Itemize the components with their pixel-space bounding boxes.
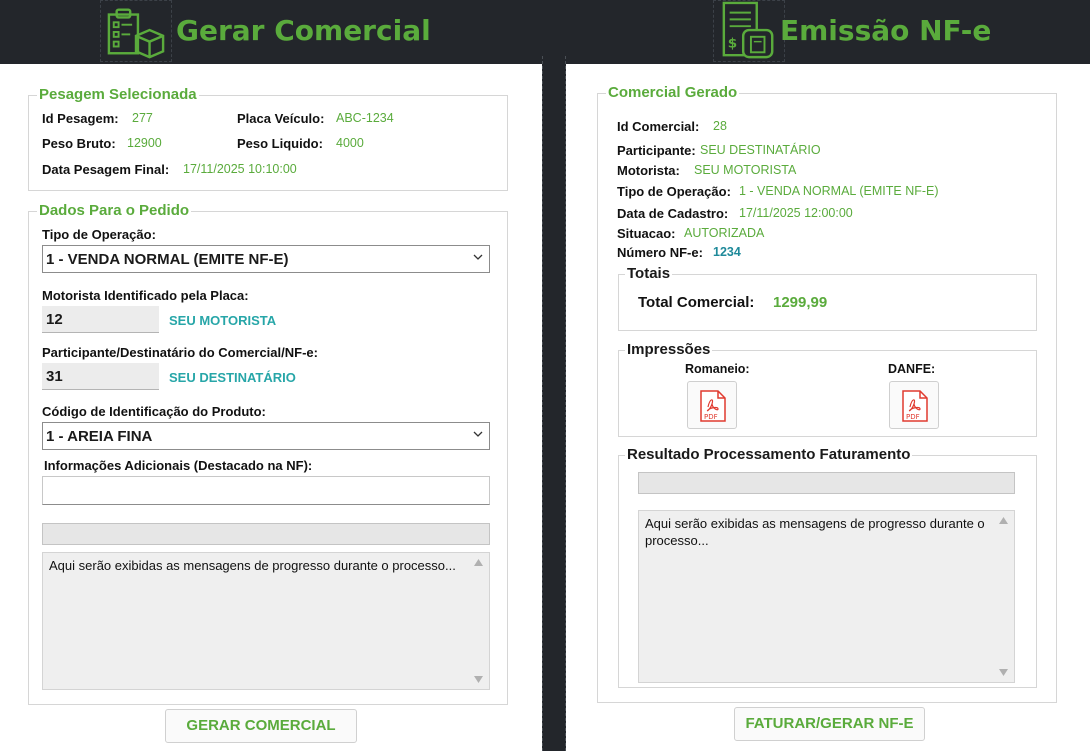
faturamento-log[interactable]: Aqui serão exibidas as mensagens de prog… bbox=[638, 510, 1015, 683]
comercial-groupbox: Comercial Gerado Id Comercial: 28 Partic… bbox=[597, 84, 1057, 703]
tipo-operacao-comercial-value: 1 - VENDA NORMAL (EMITE NF-E) bbox=[739, 184, 939, 198]
produto-select[interactable]: 1 - AREIA FINA bbox=[42, 422, 490, 450]
svg-text:PDF: PDF bbox=[704, 413, 718, 421]
id-comercial-value: 28 bbox=[713, 119, 727, 133]
gerar-comercial-button[interactable]: GERAR COMERCIAL bbox=[165, 709, 357, 743]
motorista-label: Motorista Identificado pela Placa: bbox=[42, 288, 249, 303]
scroll-up-icon[interactable] bbox=[474, 559, 483, 566]
tipo-operacao-value: 1 - VENDA NORMAL (EMITE NF-E) bbox=[46, 251, 289, 268]
panel-divider bbox=[542, 56, 566, 751]
id-pesagem-label: Id Pesagem: bbox=[42, 111, 119, 126]
right-panel: Comercial Gerado Id Comercial: 28 Partic… bbox=[567, 64, 1090, 751]
resultado-groupbox: Resultado Processamento Faturamento Aqui… bbox=[618, 446, 1037, 688]
participante-comercial-label: Participante: bbox=[617, 143, 696, 158]
right-header-title: Emissão NF-e bbox=[780, 14, 992, 47]
left-header-title: Gerar Comercial bbox=[176, 14, 431, 47]
motorista-code-value: 12 bbox=[46, 311, 63, 328]
info-adicionais-input[interactable] bbox=[42, 476, 490, 505]
pesagem-groupbox: Pesagem Selecionada Id Pesagem: 277 Plac… bbox=[28, 86, 508, 191]
scroll-up-icon[interactable] bbox=[999, 517, 1008, 524]
chevron-down-icon bbox=[473, 431, 483, 437]
data-cadastro-value: 17/11/2025 12:00:00 bbox=[739, 206, 853, 220]
motorista-comercial-value: SEU MOTORISTA bbox=[694, 163, 797, 177]
participante-comercial-value: SEU DESTINATÁRIO bbox=[700, 143, 821, 157]
placa-value: ABC-1234 bbox=[336, 111, 394, 125]
produto-value: 1 - AREIA FINA bbox=[46, 428, 153, 445]
id-comercial-label: Id Comercial: bbox=[617, 119, 700, 134]
data-cadastro-label: Data de Cadastro: bbox=[617, 206, 729, 221]
danfe-pdf-button[interactable]: PDF bbox=[889, 381, 939, 429]
faturar-gerar-nfe-button[interactable]: FATURAR/GERAR NF-E bbox=[734, 707, 925, 741]
totais-groupbox: Totais Total Comercial: 1299,99 bbox=[618, 265, 1037, 331]
tipo-operacao-comercial-label: Tipo de Operação: bbox=[617, 184, 731, 199]
scroll-down-icon[interactable] bbox=[999, 669, 1008, 676]
left-panel: Pesagem Selecionada Id Pesagem: 277 Plac… bbox=[0, 64, 542, 751]
info-adicionais-label: Informações Adicionais (Destacado na NF)… bbox=[44, 458, 313, 473]
id-pesagem-value: 277 bbox=[132, 111, 153, 125]
motorista-name: SEU MOTORISTA bbox=[169, 313, 277, 328]
peso-bruto-label: Peso Bruto: bbox=[42, 136, 116, 151]
svg-text:PDF: PDF bbox=[906, 413, 920, 421]
pedido-groupbox: Dados Para o Pedido Tipo de Operação: 1 … bbox=[28, 202, 508, 705]
comercial-title: Comercial Gerado bbox=[606, 84, 740, 101]
danfe-label: DANFE: bbox=[888, 362, 936, 376]
svg-text:$: $ bbox=[728, 35, 737, 51]
participante-name: SEU DESTINATÁRIO bbox=[169, 370, 296, 385]
peso-bruto-value: 12900 bbox=[127, 136, 162, 150]
impressoes-title: Impressões bbox=[625, 341, 713, 358]
numero-nfe-value: 1234 bbox=[713, 245, 741, 259]
numero-nfe-label: Número NF-e: bbox=[617, 245, 703, 260]
progress-bar bbox=[42, 523, 490, 545]
pdf-icon: PDF bbox=[902, 390, 928, 422]
peso-liquido-value: 4000 bbox=[336, 136, 364, 150]
participante-label: Participante/Destinatário do Comercial/N… bbox=[42, 345, 318, 360]
total-comercial-value: 1299,99 bbox=[773, 294, 828, 311]
produto-label: Código de Identificação do Produto: bbox=[42, 404, 266, 419]
motorista-comercial-label: Motorista: bbox=[617, 163, 680, 178]
pesagem-title: Pesagem Selecionada bbox=[37, 86, 199, 103]
romaneio-pdf-button[interactable]: PDF bbox=[687, 381, 737, 429]
participante-code-input[interactable]: 31 bbox=[42, 363, 159, 390]
tipo-operacao-label: Tipo de Operação: bbox=[42, 227, 156, 242]
resultado-title: Resultado Processamento Faturamento bbox=[625, 446, 913, 463]
invoice-document-icon: $ bbox=[713, 0, 785, 62]
scroll-down-icon[interactable] bbox=[474, 676, 483, 683]
motorista-code-input[interactable]: 12 bbox=[42, 306, 159, 333]
peso-liquido-label: Peso Liquido: bbox=[237, 136, 323, 151]
top-header-bar: Gerar Comercial $ Emissão NF-e bbox=[0, 0, 1090, 64]
participante-code-value: 31 bbox=[46, 368, 63, 385]
pdf-icon: PDF bbox=[700, 390, 726, 422]
situacao-label: Situacao: bbox=[617, 226, 676, 241]
faturamento-log-text: Aqui serão exibidas as mensagens de prog… bbox=[645, 516, 985, 548]
tipo-operacao-select[interactable]: 1 - VENDA NORMAL (EMITE NF-E) bbox=[42, 245, 490, 273]
faturamento-progress-bar bbox=[638, 472, 1015, 494]
total-comercial-label: Total Comercial: bbox=[638, 294, 755, 311]
progress-log-text: Aqui serão exibidas as mensagens de prog… bbox=[49, 558, 456, 573]
data-pesagem-label: Data Pesagem Final: bbox=[42, 162, 170, 177]
pedido-title: Dados Para o Pedido bbox=[37, 202, 192, 219]
progress-log[interactable]: Aqui serão exibidas as mensagens de prog… bbox=[42, 552, 490, 690]
placa-label: Placa Veículo: bbox=[237, 111, 325, 126]
romaneio-label: Romaneio: bbox=[685, 362, 750, 376]
chevron-down-icon bbox=[473, 254, 483, 260]
impressoes-groupbox: Impressões Romaneio: PDF DANFE: PDF bbox=[618, 341, 1037, 437]
situacao-value: AUTORIZADA bbox=[684, 226, 765, 240]
data-pesagem-value: 17/11/2025 10:10:00 bbox=[183, 162, 297, 176]
totais-title: Totais bbox=[625, 265, 673, 282]
checklist-box-icon bbox=[100, 0, 172, 62]
